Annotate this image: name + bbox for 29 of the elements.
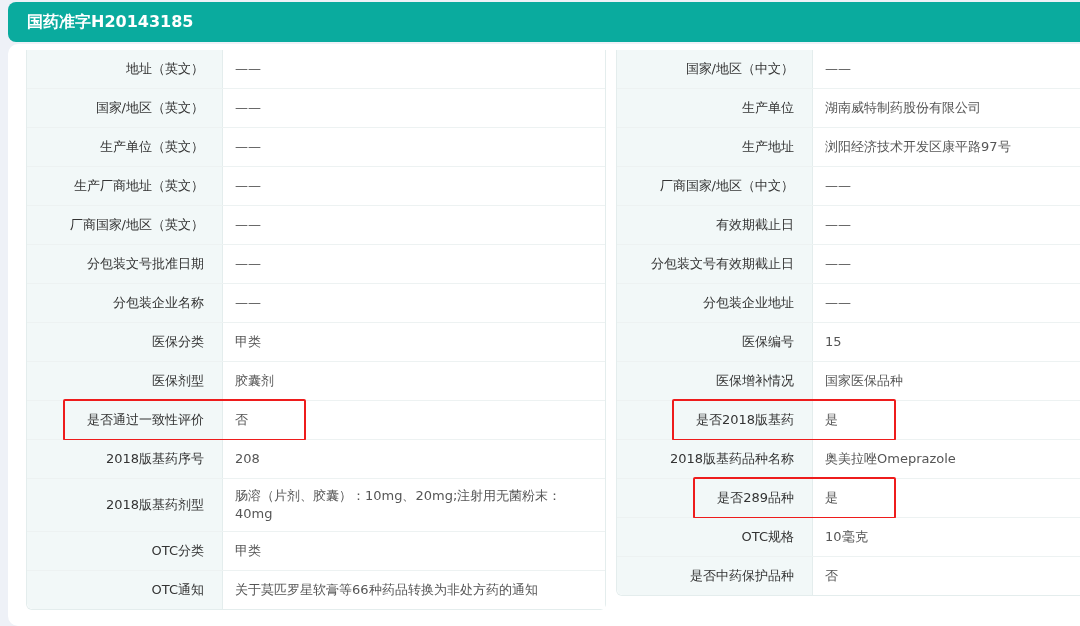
field-label: 医保分类 <box>27 323 223 361</box>
page-title: 国药准字H20143185 <box>27 11 194 33</box>
field-label: 国家/地区（英文） <box>27 89 223 127</box>
field-label: 医保编号 <box>617 323 813 361</box>
field-label: OTC通知 <box>27 571 223 609</box>
field-label: 是否中药保护品种 <box>617 557 813 595</box>
field-label: 生产单位 <box>617 89 813 127</box>
field-label: 厂商国家/地区（中文） <box>617 167 813 205</box>
field-label: 地址（英文） <box>27 50 223 88</box>
field-label: 生产地址 <box>617 128 813 166</box>
field-label: 2018版基药品种名称 <box>617 440 813 478</box>
field-label: 国家/地区（中文） <box>617 50 813 88</box>
field-label: 2018版基药剂型 <box>27 479 223 531</box>
field-label: 医保增补情况 <box>617 362 813 400</box>
field-label: 分包装文号有效期截止日 <box>617 245 813 283</box>
field-label: 有效期截止日 <box>617 206 813 244</box>
field-label: OTC分类 <box>27 532 223 570</box>
field-label: 生产单位（英文） <box>27 128 223 166</box>
field-label: 分包装企业名称 <box>27 284 223 322</box>
field-label: 是否2018版基药 <box>617 401 813 439</box>
field-label: 分包装企业地址 <box>617 284 813 322</box>
field-label: 厂商国家/地区（英文） <box>27 206 223 244</box>
field-label: 是否289品种 <box>617 479 813 517</box>
field-label: 生产厂商地址（英文） <box>27 167 223 205</box>
field-label: 是否通过一致性评价 <box>27 401 223 439</box>
field-label: OTC规格 <box>617 518 813 556</box>
field-label: 2018版基药序号 <box>27 440 223 478</box>
field-label: 医保剂型 <box>27 362 223 400</box>
field-label: 分包装文号批准日期 <box>27 245 223 283</box>
